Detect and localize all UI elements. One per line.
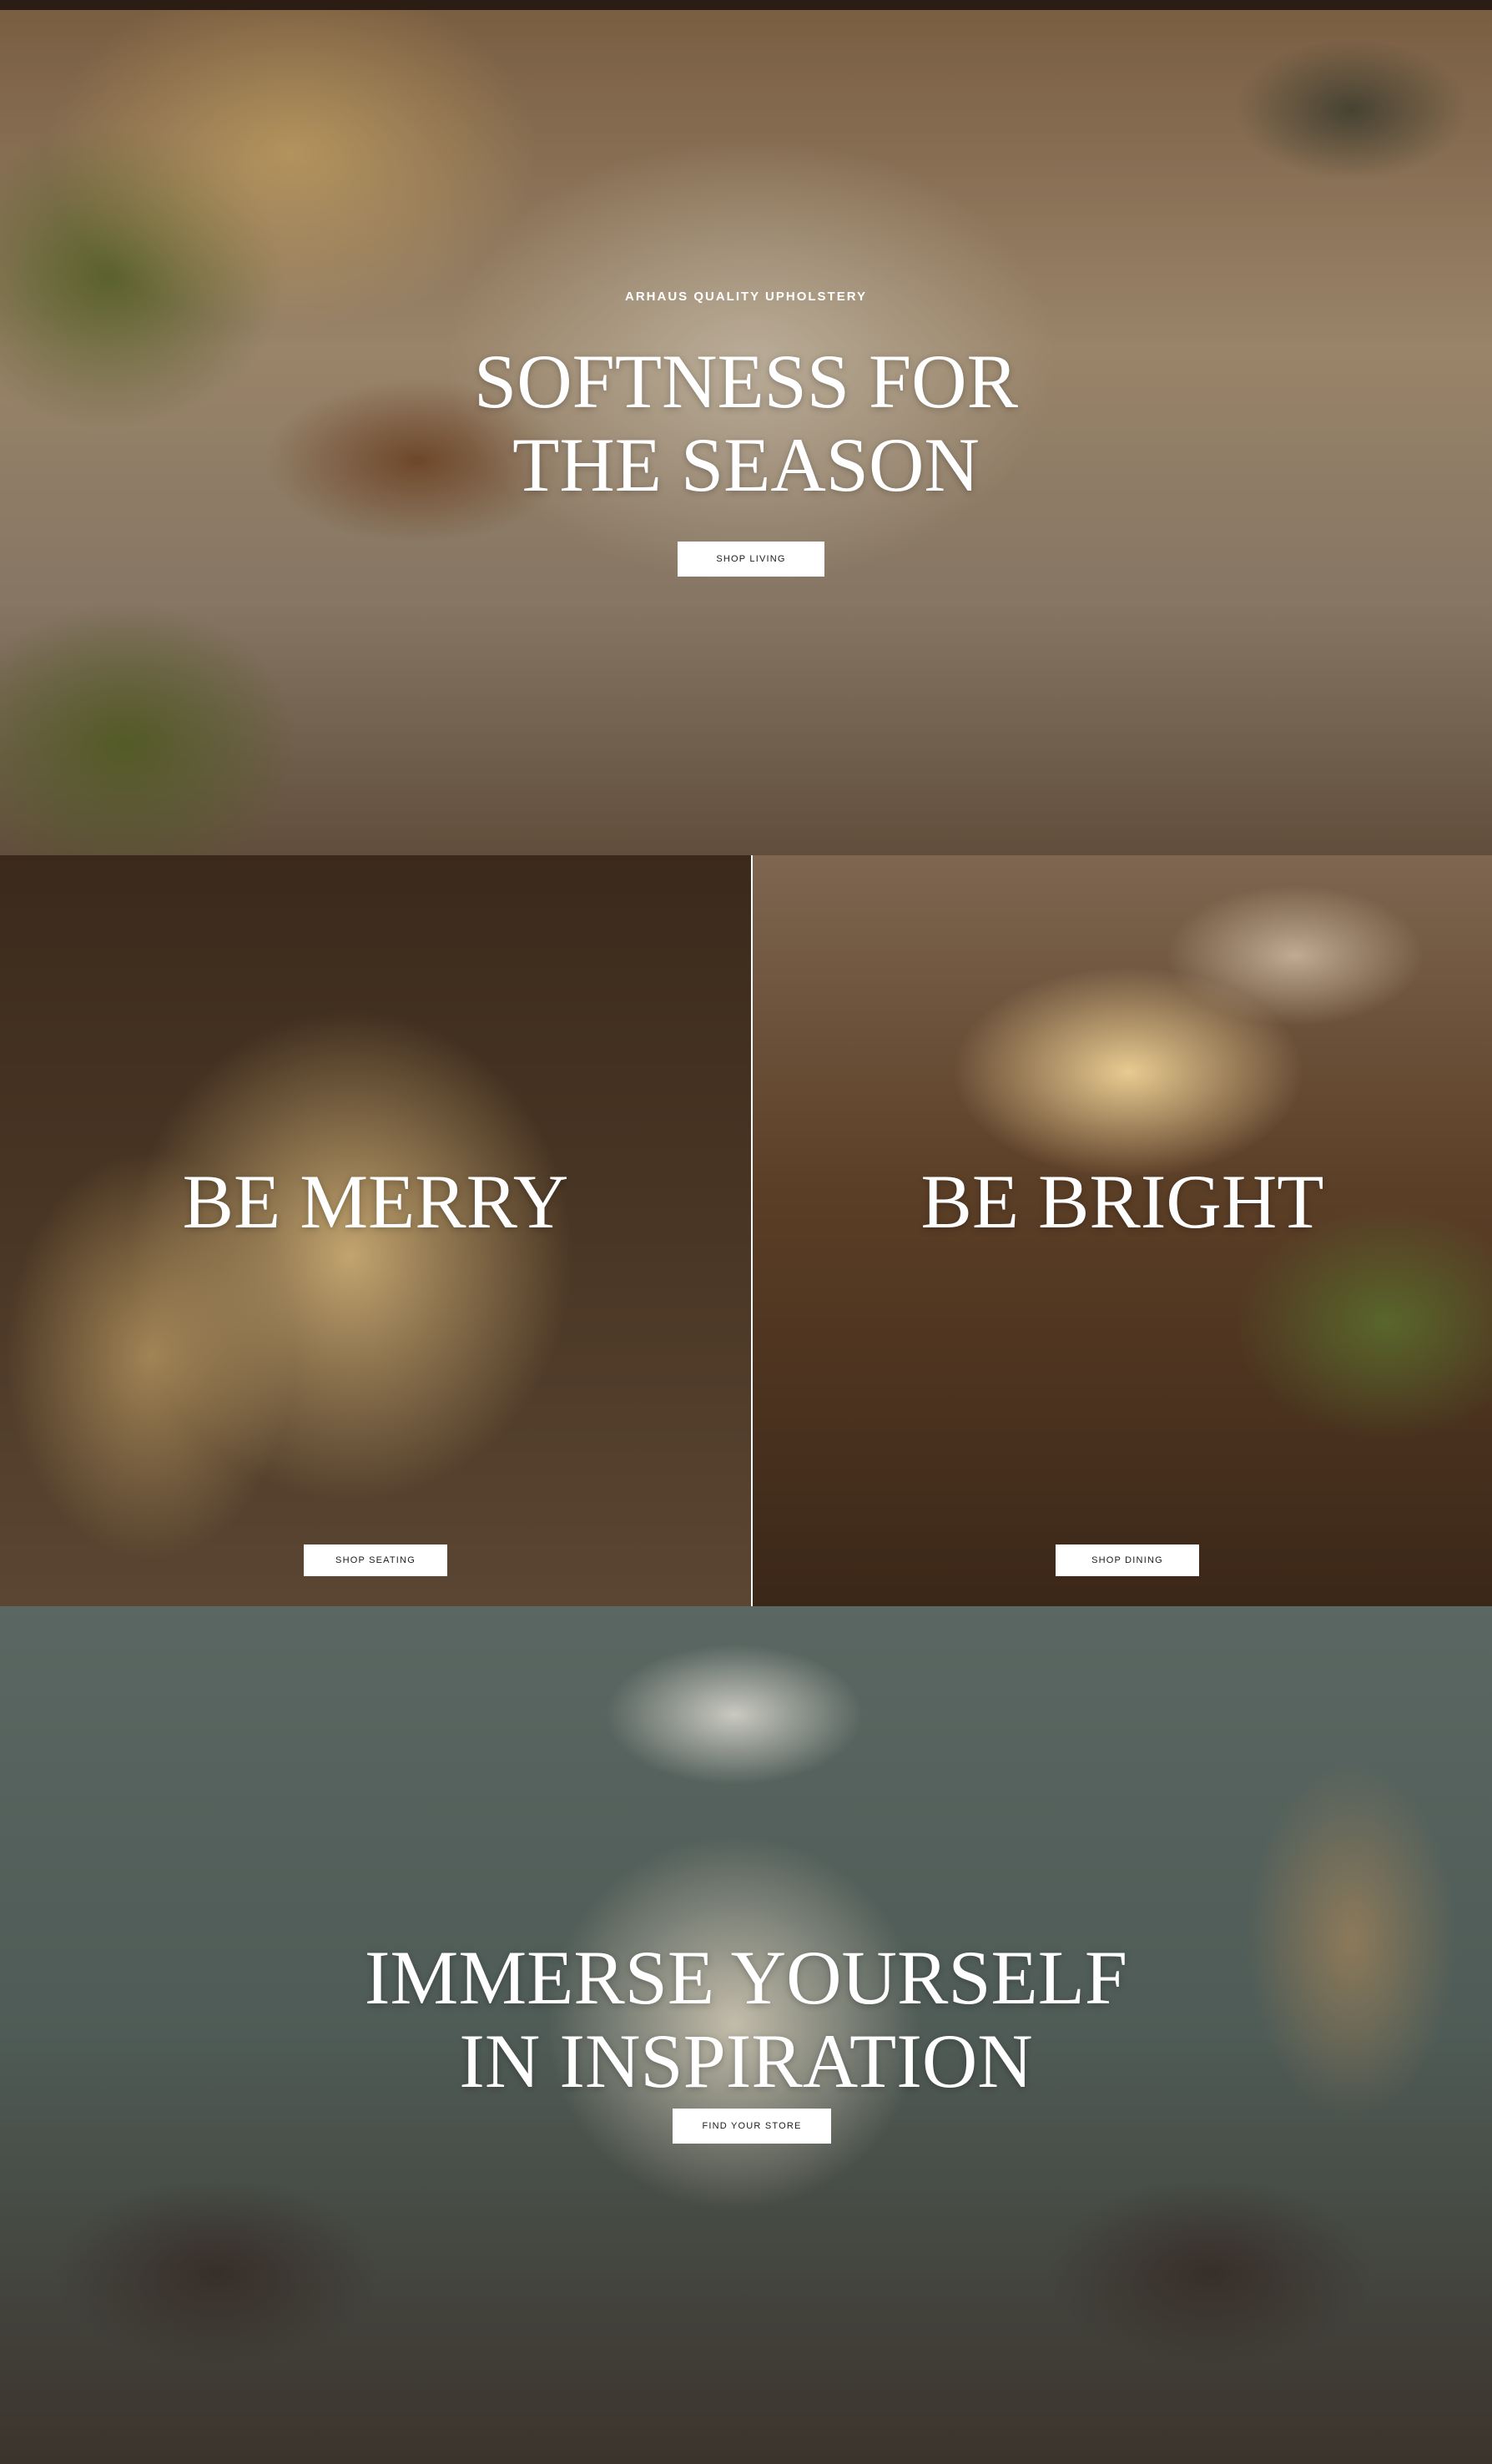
top-bar [0, 0, 1492, 10]
inspiration-banner[interactable]: IMMERSE YOURSELF IN INSPIRATION FIND YOU… [0, 1606, 1492, 2464]
shop-seating-button[interactable]: SHOP SEATING [304, 1544, 447, 1576]
dining-tile[interactable]: BE BRIGHT SHOP DINING [753, 855, 1492, 1606]
hero-title-line2: THE SEASON [512, 422, 980, 507]
shop-living-button[interactable]: SHOP LIVING [678, 542, 824, 577]
shop-dining-button[interactable]: SHOP DINING [1056, 1544, 1199, 1576]
tile-title-merry: BE MERRY [182, 1159, 569, 1244]
seating-tile[interactable]: BE MERRY SHOP SEATING [0, 855, 751, 1606]
inspiration-title-line1: IMMERSE YOURSELF [364, 1935, 1128, 2020]
find-your-store-button[interactable]: FIND YOUR STORE [673, 2109, 831, 2144]
hero-eyebrow: ARHAUS QUALITY UPHOLSTERY [624, 290, 867, 304]
tile-title-bright: BE BRIGHT [920, 1159, 1324, 1244]
inspiration-title-line2: IN INSPIRATION [459, 2018, 1033, 2104]
hero-title-line1: SOFTNESS FOR [474, 339, 1018, 424]
hero-banner[interactable]: ARHAUS QUALITY UPHOLSTERY SOFTNESS FOR T… [0, 10, 1492, 855]
